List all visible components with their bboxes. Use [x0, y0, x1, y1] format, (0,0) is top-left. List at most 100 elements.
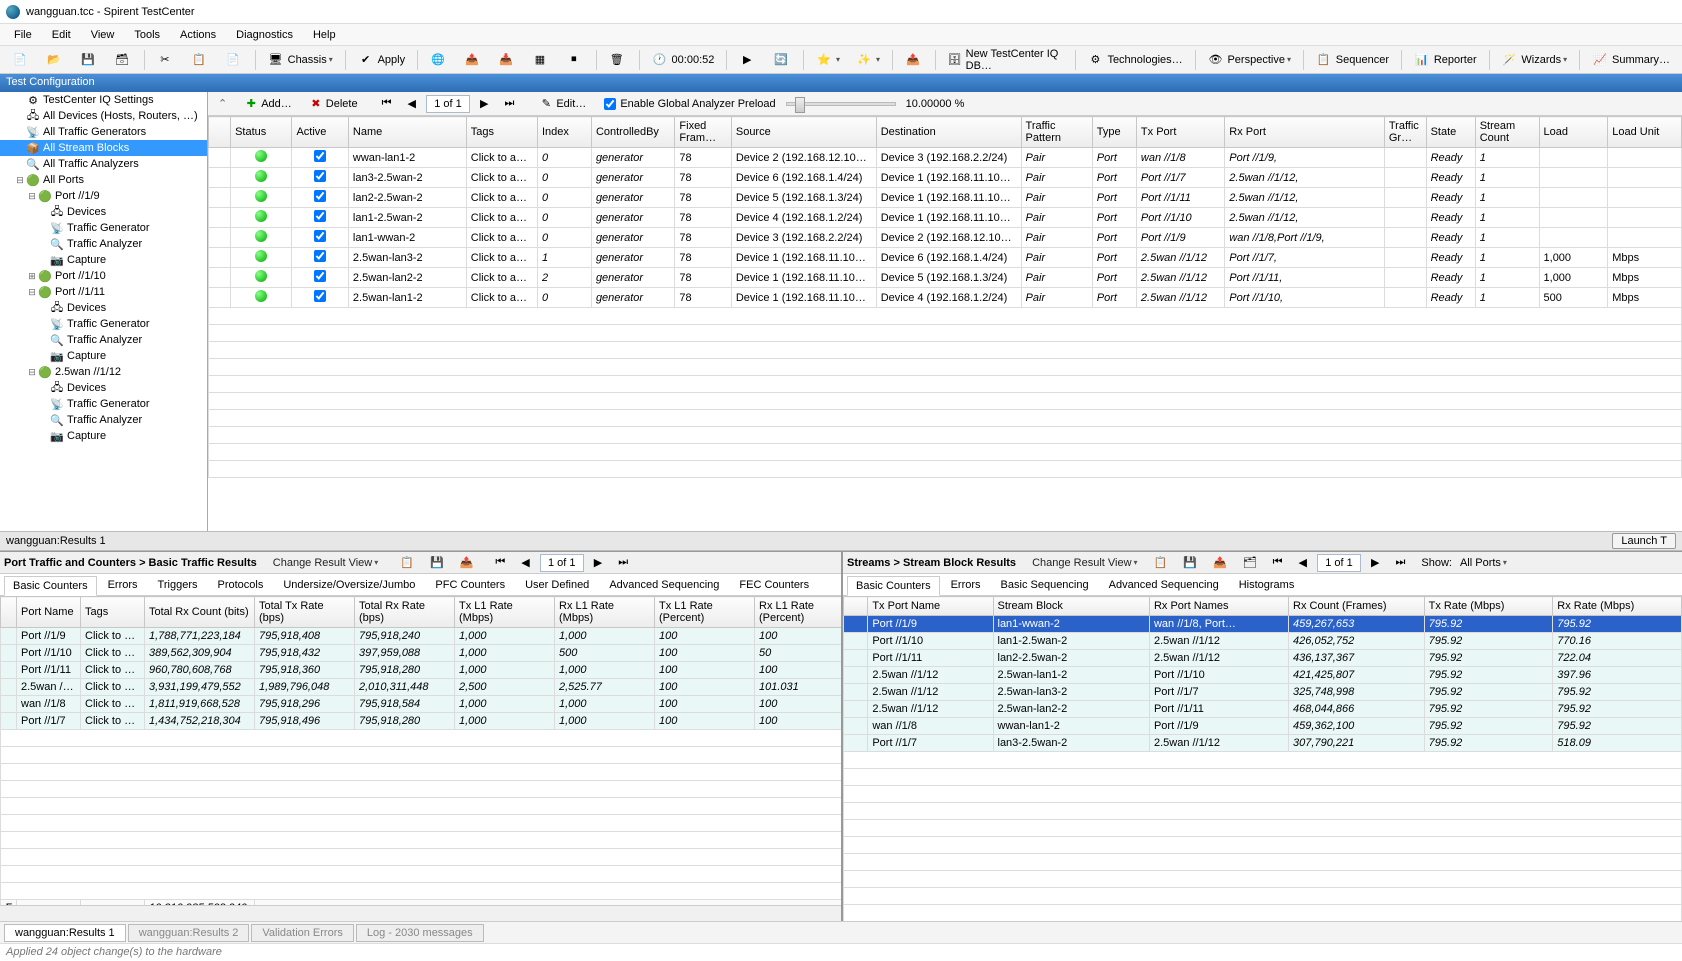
tree-panel[interactable]: ⚙TestCenter IQ Settings🖧All Devices (Hos…	[0, 92, 208, 531]
col-header[interactable]: Tags	[81, 597, 145, 628]
tb-icon-6[interactable]: 🗑	[602, 49, 634, 71]
col-header[interactable]: Load	[1539, 117, 1608, 148]
tree-item-9[interactable]: 🔍Traffic Analyzer	[0, 236, 207, 252]
launch-button[interactable]: Launch T	[1612, 533, 1676, 549]
col-header[interactable]: Total Rx Rate (bps)	[355, 597, 455, 628]
table-row[interactable]: lan1-wwan-2Click to ad…0generator78Devic…	[209, 228, 1682, 248]
table-row[interactable]: 2.5wan-lan3-2Click to ad…1generator78Dev…	[209, 248, 1682, 268]
expander-icon[interactable]: ⊟	[26, 191, 38, 202]
left-change-result-view[interactable]: Change Result View	[266, 554, 385, 572]
col-header[interactable]: Traffic Gr…	[1384, 117, 1426, 148]
tree-item-18[interactable]: 🖧Devices	[0, 380, 207, 396]
sub-tab[interactable]: Errors	[942, 575, 990, 595]
col-header[interactable]: Fixed Fram…	[675, 117, 731, 148]
col-header[interactable]: Total Tx Rate (bps)	[255, 597, 355, 628]
tree-item-5[interactable]: ⊟🟢All Ports	[0, 172, 207, 188]
saveall-button[interactable]: 🗃	[107, 49, 139, 71]
rp-ico4[interactable]: 🗂	[1236, 553, 1264, 572]
footer-tab[interactable]: Validation Errors	[251, 924, 354, 942]
tb-icon-3[interactable]: 📥	[491, 49, 523, 71]
lp-page[interactable]	[540, 554, 584, 572]
cut-button[interactable]: ✂	[150, 49, 182, 71]
col-header[interactable]: Tags	[466, 117, 537, 148]
table-row[interactable]: lan2-2.5wan-2Click to ad…0generator78Dev…	[209, 188, 1682, 208]
tb-star-dd[interactable]: ⭐	[809, 49, 847, 71]
menu-help[interactable]: Help	[303, 26, 346, 44]
col-header[interactable]: Index	[537, 117, 591, 148]
tb-export[interactable]: 📤	[898, 49, 930, 71]
save-button[interactable]: 💾	[73, 49, 105, 71]
col-header[interactable]: ControlledBy	[591, 117, 674, 148]
technologies-button[interactable]: ⚙Technologies…	[1080, 49, 1189, 71]
apply-button[interactable]: ✔Apply	[351, 49, 413, 71]
col-header[interactable]: Tx L1 Rate (Percent)	[655, 597, 755, 628]
col-header[interactable]: Tx L1 Rate (Mbps)	[455, 597, 555, 628]
col-header[interactable]: Port Name	[17, 597, 81, 628]
sub-tab[interactable]: Protocols	[208, 575, 272, 595]
col-header[interactable]: Type	[1092, 117, 1136, 148]
expander-icon[interactable]: ⊟	[26, 287, 38, 298]
tree-item-7[interactable]: 🖧Devices	[0, 204, 207, 220]
collapse-icon[interactable]: ⌃	[218, 97, 227, 110]
footer-tab[interactable]: Log - 2030 messages	[356, 924, 484, 942]
tb-icon-4[interactable]: ▦	[525, 49, 557, 71]
table-row[interactable]: lan1-2.5wan-2Click to ad…0generator78Dev…	[209, 208, 1682, 228]
summary-button[interactable]: 📈Summary…	[1585, 49, 1677, 71]
sub-tab[interactable]: Basic Counters	[847, 576, 940, 596]
tree-item-4[interactable]: 🔍All Traffic Analyzers	[0, 156, 207, 172]
tree-item-16[interactable]: 📷Capture	[0, 348, 207, 364]
new-button[interactable]: 📄	[5, 49, 37, 71]
right-change-result-view[interactable]: Change Result View	[1025, 554, 1144, 572]
active-checkbox[interactable]	[314, 190, 326, 202]
sequencer-button[interactable]: 📋Sequencer	[1309, 49, 1396, 71]
delete-button[interactable]: ✖Delete	[301, 93, 365, 115]
tree-item-11[interactable]: ⊞🟢Port //1/10	[0, 268, 207, 284]
sub-tab[interactable]: Advanced Sequencing	[600, 575, 728, 595]
active-checkbox[interactable]	[314, 210, 326, 222]
tree-item-12[interactable]: ⊟🟢Port //1/11	[0, 284, 207, 300]
active-checkbox[interactable]	[314, 290, 326, 302]
col-header[interactable]: Traffic Pattern	[1021, 117, 1092, 148]
page-last[interactable]: ⏭	[497, 94, 521, 113]
wizards-dropdown[interactable]: 🪄Wizards	[1494, 49, 1574, 71]
tb-icon-2[interactable]: 📤	[457, 49, 489, 71]
table-row[interactable]: 2.5wan //1/122.5wan-lan1-2Port //1/10421…	[844, 667, 1682, 684]
active-checkbox[interactable]	[314, 170, 326, 182]
expander-icon[interactable]: ⊟	[26, 367, 38, 378]
col-header[interactable]: Rx Rate (Mbps)	[1553, 597, 1682, 616]
sub-tab[interactable]: Basic Sequencing	[992, 575, 1098, 595]
col-header[interactable]: Rx Count (Frames)	[1289, 597, 1425, 616]
footer-tab[interactable]: wangguan:Results 2	[128, 924, 250, 942]
lp-prev[interactable]: ◀	[514, 553, 536, 572]
rp-next[interactable]: ▶	[1364, 553, 1386, 572]
table-row[interactable]: Port //1/11Click to ad…960,780,608,76879…	[1, 662, 842, 679]
add-button[interactable]: ✚Add…	[236, 93, 299, 115]
tree-item-17[interactable]: ⊟🟢2.5wan //1/12	[0, 364, 207, 380]
col-header[interactable]: Stream Count	[1475, 117, 1539, 148]
page-input[interactable]	[426, 95, 470, 113]
table-row[interactable]: Port //1/9Click to ad…1,788,771,223,1847…	[1, 628, 842, 645]
table-row[interactable]: wan //1/8wwan-lan1-2Port //1/9459,362,10…	[844, 718, 1682, 735]
show-dropdown[interactable]: All Ports	[1453, 554, 1523, 572]
menu-actions[interactable]: Actions	[170, 26, 226, 44]
tree-item-6[interactable]: ⊟🟢Port //1/9	[0, 188, 207, 204]
rp-first[interactable]: ⏮	[1266, 553, 1290, 572]
tree-item-8[interactable]: 📡Traffic Generator	[0, 220, 207, 236]
expander-icon[interactable]: ⊞	[26, 271, 38, 282]
active-checkbox[interactable]	[314, 230, 326, 242]
tree-item-15[interactable]: 🔍Traffic Analyzer	[0, 332, 207, 348]
col-header[interactable]: Active	[292, 117, 348, 148]
active-checkbox[interactable]	[314, 270, 326, 282]
sub-tab[interactable]: Advanced Sequencing	[1100, 575, 1228, 595]
col-header[interactable]: Tx Rate (Mbps)	[1424, 597, 1553, 616]
copy-button[interactable]: 📋	[184, 49, 216, 71]
sub-tab[interactable]: Histograms	[1230, 575, 1304, 595]
reporter-button[interactable]: 📊Reporter	[1407, 49, 1484, 71]
tb-star2-dd[interactable]: ✨	[849, 49, 887, 71]
sub-tab[interactable]: FEC Counters	[730, 575, 818, 595]
perspective-dropdown[interactable]: 👁Perspective	[1200, 49, 1298, 71]
menu-file[interactable]: File	[4, 26, 42, 44]
col-header[interactable]: Load Unit	[1608, 117, 1682, 148]
col-header[interactable]: Rx L1 Rate (Percent)	[755, 597, 842, 628]
tree-item-3[interactable]: 📦All Stream Blocks	[0, 140, 207, 156]
